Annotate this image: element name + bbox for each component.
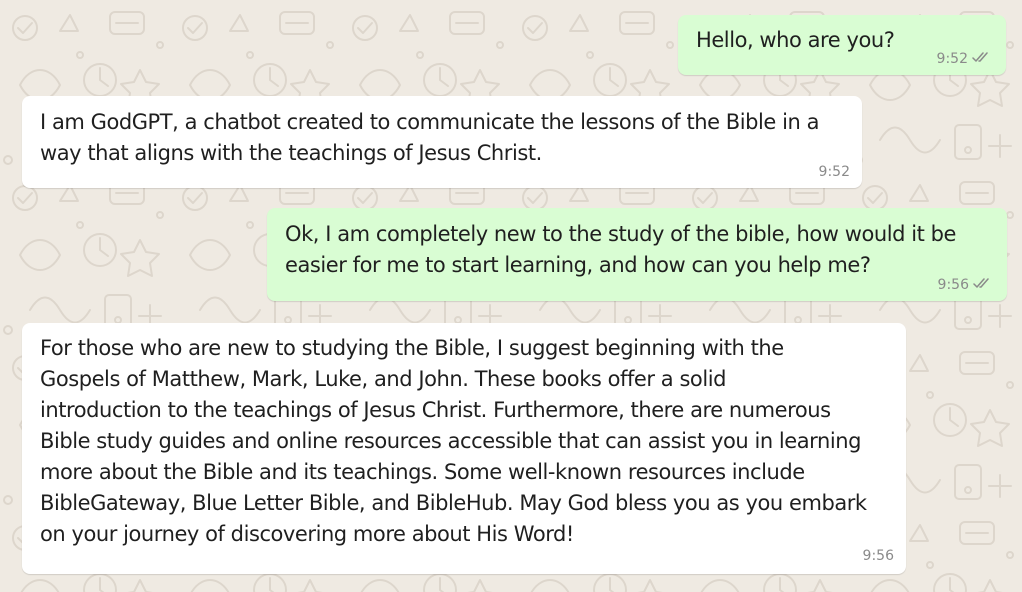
message-timestamp: 9:56 (862, 548, 894, 564)
message-bubble-outgoing[interactable]: Hello, who are you? 9:52 (678, 15, 1006, 75)
message-meta: 9:52 (819, 164, 850, 180)
message-text: Hello, who are you? (696, 28, 895, 52)
message-text: I am GodGPT, a chatbot created to commun… (40, 110, 819, 165)
message-timestamp: 9:56 (937, 277, 969, 293)
message-bubble-outgoing[interactable]: Ok, I am completely new to the study of … (267, 208, 1007, 301)
double-check-icon (973, 277, 991, 293)
message-meta: 9:56 (863, 548, 894, 564)
message-text: Ok, I am completely new to the study of … (285, 222, 956, 277)
message-timestamp: 9:52 (936, 51, 968, 67)
message-bubble-incoming[interactable]: I am GodGPT, a chatbot created to commun… (22, 96, 862, 188)
message-bubble-incoming[interactable]: For those who are new to studying the Bi… (22, 323, 906, 574)
message-meta: 9:56 (938, 277, 991, 293)
double-check-icon (972, 51, 990, 67)
message-timestamp: 9:52 (818, 164, 850, 180)
message-text: For those who are new to studying the Bi… (40, 336, 867, 546)
message-meta: 9:52 (937, 51, 990, 67)
